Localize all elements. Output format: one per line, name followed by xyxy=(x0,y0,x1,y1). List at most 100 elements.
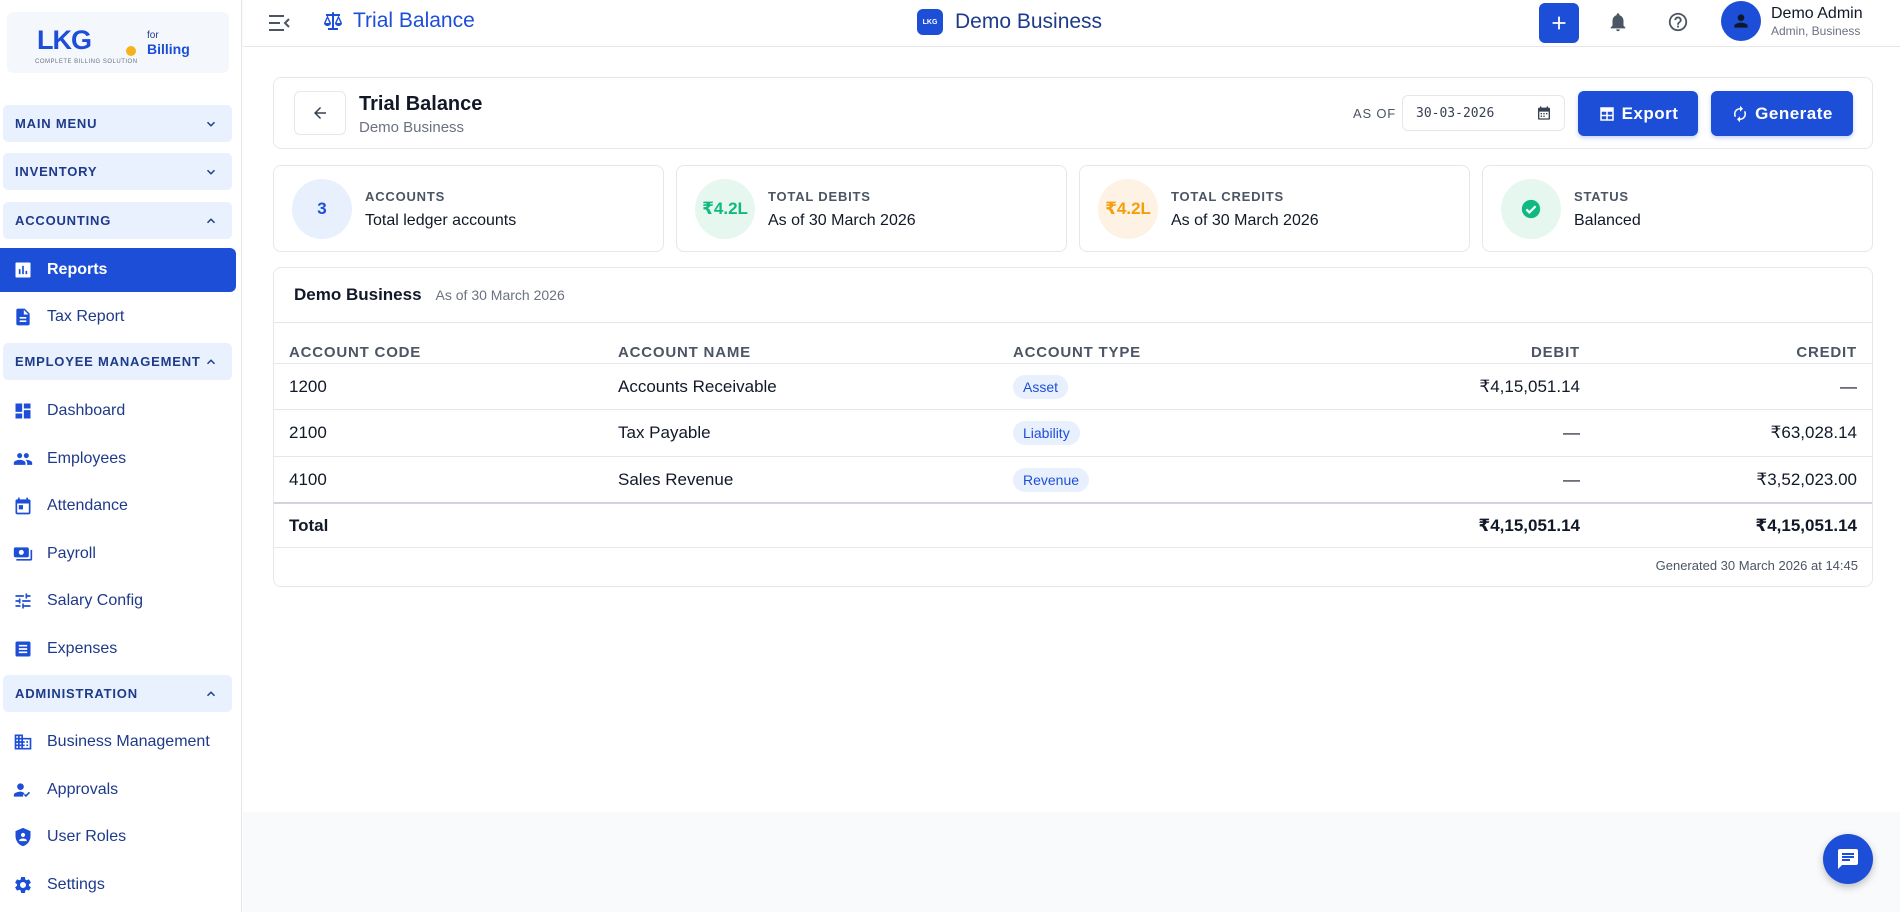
gear-icon xyxy=(15,877,31,893)
sidebar-item-label: Reports xyxy=(47,261,108,278)
sidebar-item-label: Settings xyxy=(47,876,105,893)
table-icon xyxy=(1599,106,1614,121)
document-icon xyxy=(16,308,30,326)
tune-icon xyxy=(15,593,31,609)
section-main-menu[interactable]: MAIN MENU xyxy=(3,105,232,142)
divider xyxy=(274,409,1872,410)
section-label: INVENTORY xyxy=(15,164,98,179)
help-button[interactable] xyxy=(1667,11,1689,33)
total-label: Total xyxy=(289,516,329,535)
sidebar-item-label: Tax Report xyxy=(47,308,125,325)
sidebar-item-label: Dashboard xyxy=(47,402,126,419)
calendar-icon[interactable] xyxy=(1536,105,1552,121)
bell-icon xyxy=(1610,13,1626,32)
sidebar-item-label: Approvals xyxy=(47,781,119,798)
column-header-code: ACCOUNT CODE xyxy=(289,344,422,361)
sidebar-item-attendance[interactable]: Attendance xyxy=(0,484,236,528)
sidebar-item-business-management[interactable]: Business Management xyxy=(0,720,236,764)
sidebar-item-label: Expenses xyxy=(47,640,118,657)
logo-for: for xyxy=(147,30,159,41)
stat-card-status: STATUS Balanced xyxy=(1482,165,1873,252)
dashboard-icon xyxy=(15,403,31,419)
stat-value: As of 30 March 2026 xyxy=(1171,212,1319,229)
sidebar-item-label: Payroll xyxy=(47,545,96,562)
report-header-card: Trial Balance Demo Business AS OF 30-03-… xyxy=(273,77,1873,149)
cell-name: Accounts Receivable xyxy=(618,377,777,396)
sidebar-item-employees[interactable]: Employees xyxy=(0,437,236,481)
app-logo[interactable]: LKG for Billing COMPLETE BILLING SOLUTIO… xyxy=(7,12,229,73)
building-icon xyxy=(14,734,32,750)
stat-card-total-credits: ₹4.2L TOTAL CREDITS As of 30 March 2026 xyxy=(1079,165,1470,252)
back-arrow-icon xyxy=(314,107,326,119)
sidebar-item-dashboard[interactable]: Dashboard xyxy=(0,389,236,433)
section-administration[interactable]: ADMINISTRATION xyxy=(3,675,232,712)
cell-code: 1200 xyxy=(289,377,327,396)
business-name: Demo Business xyxy=(955,10,1103,33)
sidebar-item-reports[interactable]: Reports xyxy=(0,248,236,292)
section-employee-management[interactable]: EMPLOYEE MANAGEMENT xyxy=(3,343,232,380)
sidebar-item-payroll[interactable]: Payroll xyxy=(0,532,236,576)
as-of-label: AS OF xyxy=(1353,106,1397,121)
menu-collapse-icon[interactable] xyxy=(267,12,291,34)
divider xyxy=(274,363,1872,364)
check-circle-icon xyxy=(1521,199,1541,219)
export-button[interactable]: Export xyxy=(1578,91,1698,136)
page-title: Trial Balance xyxy=(321,9,475,33)
cell-code: 4100 xyxy=(289,470,327,489)
help-icon xyxy=(1668,12,1688,32)
report-subtitle: Demo Business xyxy=(359,119,465,136)
add-new-button[interactable] xyxy=(1539,3,1579,43)
table-business-name: Demo Business xyxy=(294,285,422,304)
sidebar-item-salary-config[interactable]: Salary Config xyxy=(0,579,236,623)
payments-icon xyxy=(13,547,33,561)
cell-debit: — xyxy=(1563,470,1580,489)
section-inventory[interactable]: INVENTORY xyxy=(3,153,232,190)
user-menu[interactable]: Demo Admin Admin, Business xyxy=(1721,1,1863,41)
sidebar-item-settings[interactable]: Settings xyxy=(0,863,236,907)
chat-button[interactable] xyxy=(1823,834,1873,884)
notifications-button[interactable] xyxy=(1607,11,1629,33)
person-check-icon xyxy=(13,783,31,798)
date-value: 30-03-2026 xyxy=(1416,105,1495,121)
logo-brand: LKG xyxy=(37,25,92,55)
column-header-name: ACCOUNT NAME xyxy=(618,344,751,361)
report-title: Trial Balance xyxy=(359,93,483,115)
account-type-badge: Revenue xyxy=(1013,468,1090,492)
stat-badge: 3 xyxy=(292,179,352,239)
cell-code: 2100 xyxy=(289,423,327,442)
logo-tagline: COMPLETE BILLING SOLUTION xyxy=(35,59,138,65)
back-button[interactable] xyxy=(294,91,346,135)
cell-credit: — xyxy=(1840,377,1857,396)
logo-billing: Billing xyxy=(147,41,190,57)
section-label: EMPLOYEE MANAGEMENT xyxy=(15,354,201,369)
divider xyxy=(274,547,1872,548)
sidebar-item-user-roles[interactable]: User Roles xyxy=(0,815,236,859)
cell-credit: ₹3,52,023.00 xyxy=(1756,470,1857,489)
section-accounting[interactable]: ACCOUNTING xyxy=(3,202,232,239)
chevron-up-icon xyxy=(206,690,216,696)
generate-button[interactable]: Generate xyxy=(1711,91,1853,136)
calendar-icon xyxy=(15,497,31,515)
chevron-up-icon xyxy=(206,217,216,223)
sidebar-item-tax-report[interactable]: Tax Report xyxy=(0,295,236,339)
chevron-down-icon xyxy=(206,121,216,127)
as-of-date-input[interactable]: 30-03-2026 xyxy=(1402,95,1565,131)
cell-debit: ₹4,15,051.14 xyxy=(1479,377,1580,396)
stat-value: As of 30 March 2026 xyxy=(768,212,916,229)
sidebar-item-approvals[interactable]: Approvals xyxy=(0,768,236,812)
stat-value: Total ledger accounts xyxy=(365,212,517,229)
column-header-debit: DEBIT xyxy=(1531,344,1580,361)
total-debit: ₹4,15,051.14 xyxy=(1478,516,1580,535)
stat-value: Balanced xyxy=(1574,212,1641,229)
sidebar-item-expenses[interactable]: Expenses xyxy=(0,627,236,671)
stat-badge: ₹4.2L xyxy=(1098,179,1158,239)
divider xyxy=(274,456,1872,457)
sidebar-item-label: Employees xyxy=(47,450,127,467)
user-icon xyxy=(1734,14,1748,28)
stat-badge xyxy=(1501,179,1561,239)
chat-icon xyxy=(1838,849,1858,869)
business-switcher[interactable]: LKG Demo Business xyxy=(917,9,1102,35)
user-info: Demo Admin Admin, Business xyxy=(1771,5,1863,38)
sidebar-item-label: Attendance xyxy=(47,497,128,514)
chevron-down-icon xyxy=(206,169,216,175)
